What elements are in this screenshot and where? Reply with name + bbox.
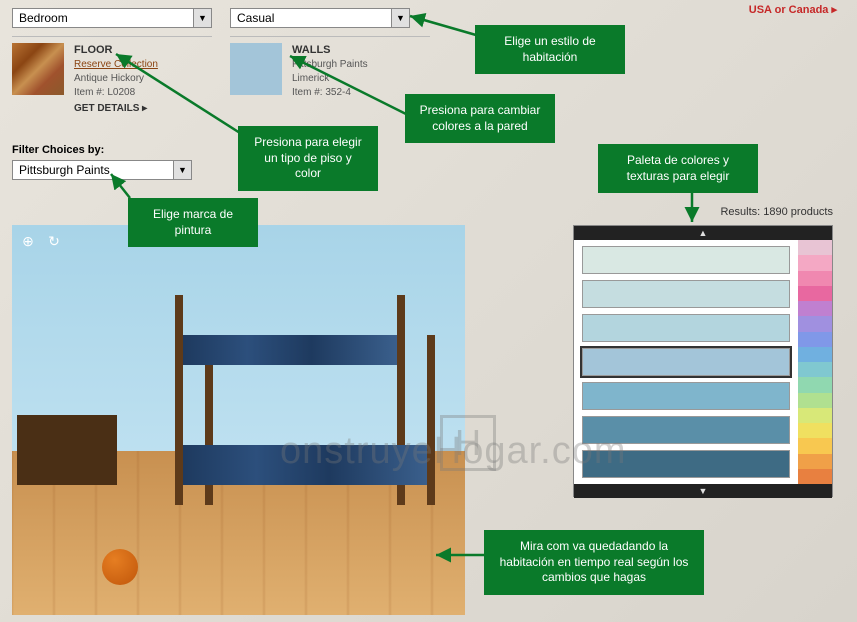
palette-swatch[interactable] — [582, 246, 790, 274]
top-dropdowns: Bedroom ▼ Casual ▼ — [12, 8, 410, 28]
arrow-icon — [430, 535, 490, 575]
arrow-icon — [404, 10, 479, 40]
strip-segment[interactable] — [798, 255, 832, 270]
preview-basketball — [102, 549, 138, 585]
zoom-controls: ⊕ ↻ — [18, 231, 64, 251]
callout-walls: Presiona para cambiar colores a la pared — [405, 94, 555, 143]
filter-dropdown[interactable]: Pittsburgh Paints ▼ — [12, 160, 192, 180]
room-dropdown[interactable]: Bedroom ▼ — [12, 8, 212, 28]
palette-scroll-up[interactable]: ▲ — [574, 226, 832, 240]
callout-preview: Mira com va quedadando la habitación en … — [484, 530, 704, 595]
color-palette: ▲ ▼ — [573, 225, 833, 497]
strip-segment[interactable] — [798, 408, 832, 423]
color-strip[interactable] — [798, 240, 832, 484]
callout-palette: Paleta de colores y texturas para elegir — [598, 144, 758, 193]
palette-scroll-down[interactable]: ▼ — [574, 484, 832, 498]
strip-segment[interactable] — [798, 301, 832, 316]
callout-style: Elige un estilo de habitación — [475, 25, 625, 74]
palette-swatch[interactable] — [582, 314, 790, 342]
filter-label: Filter Choices by: — [12, 144, 192, 156]
palette-swatch[interactable] — [582, 382, 790, 410]
style-dropdown[interactable]: Casual ▼ — [230, 8, 410, 28]
arrow-icon — [284, 50, 409, 120]
chevron-down-icon[interactable]: ▼ — [193, 9, 211, 27]
strip-segment[interactable] — [798, 316, 832, 331]
filter-dropdown-value: Pittsburgh Paints — [13, 163, 173, 177]
arrow-icon — [110, 48, 245, 138]
strip-segment[interactable] — [798, 271, 832, 286]
strip-segment[interactable] — [798, 286, 832, 301]
strip-segment[interactable] — [798, 347, 832, 362]
strip-segment[interactable] — [798, 423, 832, 438]
callout-floor: Presiona para elegir un tipo de piso y c… — [238, 126, 378, 191]
room-preview: ⊕ ↻ — [12, 225, 465, 615]
strip-segment[interactable] — [798, 454, 832, 469]
palette-swatch[interactable] — [582, 348, 790, 376]
strip-segment[interactable] — [798, 393, 832, 408]
strip-segment[interactable] — [798, 377, 832, 392]
filter-section: Filter Choices by: Pittsburgh Paints ▼ — [12, 144, 192, 180]
palette-swatch-list — [574, 240, 798, 484]
callout-brand: Elige marca de pintura — [128, 198, 258, 247]
strip-segment[interactable] — [798, 332, 832, 347]
palette-body — [574, 240, 832, 484]
style-dropdown-value: Casual — [231, 11, 391, 25]
zoom-in-icon[interactable]: ⊕ — [18, 231, 38, 251]
strip-segment[interactable] — [798, 362, 832, 377]
palette-swatch[interactable] — [582, 280, 790, 308]
preview-desk — [17, 415, 117, 485]
chevron-down-icon[interactable]: ▼ — [173, 161, 191, 179]
strip-segment[interactable] — [798, 438, 832, 453]
strip-segment[interactable] — [798, 240, 832, 255]
watermark-logo: H — [440, 415, 496, 471]
room-dropdown-value: Bedroom — [13, 11, 193, 25]
refresh-icon[interactable]: ↻ — [44, 231, 64, 251]
palette-swatch[interactable] — [582, 416, 790, 444]
country-link[interactable]: USA or Canada ▸ — [749, 3, 837, 16]
results-count: Results: 1890 products — [720, 206, 833, 218]
preview-bunkbed — [175, 295, 435, 505]
palette-swatch[interactable] — [582, 450, 790, 478]
floor-swatch-image[interactable] — [12, 43, 64, 95]
strip-segment[interactable] — [798, 469, 832, 484]
